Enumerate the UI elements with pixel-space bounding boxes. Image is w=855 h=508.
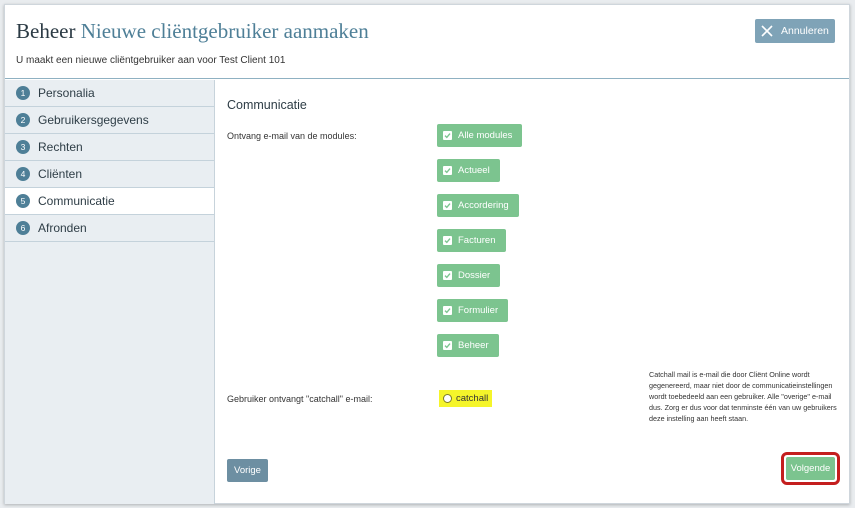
step-number-badge: 6 (16, 221, 30, 235)
unchecked-circle-icon (443, 394, 452, 403)
module-label: Dossier (458, 270, 491, 281)
module-label: Beheer (458, 340, 489, 351)
section-title: Communicatie (227, 98, 307, 112)
catchall-help-text: Catchall mail is e-mail die door Cliënt … (649, 370, 837, 423)
wizard-steps-sidebar: 1 Personalia 2 Gebruikersgegevens 3 Rech… (5, 80, 215, 504)
step-communicatie[interactable]: 5 Communicatie (5, 188, 214, 215)
module-toggle-dossier[interactable]: Dossier (437, 264, 501, 287)
checkbox-checked-icon (443, 306, 452, 315)
main-content: Communicatie Ontvang e-mail van de modul… (216, 80, 851, 504)
module-toggle-facturen[interactable]: Facturen (437, 229, 506, 252)
module-label: Actueel (458, 165, 490, 176)
step-number-badge: 1 (16, 86, 30, 100)
step-clienten[interactable]: 4 Cliënten (5, 161, 214, 188)
module-label: Alle modules (458, 130, 513, 141)
step-label: Communicatie (38, 194, 115, 208)
step-label: Personalia (38, 86, 95, 100)
cancel-button[interactable]: Annuleren (755, 19, 835, 43)
step-number-badge: 3 (16, 140, 30, 154)
step-rechten[interactable]: 3 Rechten (5, 134, 214, 161)
catchall-option-label: catchall (456, 393, 489, 404)
page-title: Beheer Nieuwe cliëntgebruiker aanmaken (16, 19, 369, 44)
checkbox-checked-icon (443, 201, 452, 210)
module-label: Facturen (458, 235, 496, 246)
module-toggle-beheer[interactable]: Beheer (437, 334, 499, 357)
step-number-badge: 4 (16, 167, 30, 181)
next-button[interactable]: Volgende (786, 457, 835, 480)
step-personalia[interactable]: 1 Personalia (5, 80, 214, 107)
title-main: Nieuwe cliëntgebruiker aanmaken (80, 19, 369, 43)
module-toggle-accordering[interactable]: Accordering (437, 194, 519, 217)
previous-button[interactable]: Vorige (227, 459, 268, 482)
title-prefix: Beheer (16, 19, 76, 43)
step-label: Rechten (38, 140, 83, 154)
catchall-label: Gebruiker ontvangt "catchall" e-mail: (227, 394, 373, 404)
step-number-badge: 5 (16, 194, 30, 208)
module-label: Accordering (458, 200, 509, 211)
step-label: Gebruikersgegevens (38, 113, 149, 127)
step-number-badge: 2 (16, 113, 30, 127)
step-label: Afronden (38, 221, 87, 235)
modules-label: Ontvang e-mail van de modules: (227, 131, 357, 141)
module-toggle-actueel[interactable]: Actueel (437, 159, 500, 182)
page-subtitle: U maakt een nieuwe cliëntgebruiker aan v… (16, 55, 286, 66)
module-toggle-formulier[interactable]: Formulier (437, 299, 509, 322)
dialog-window: Beheer Nieuwe cliëntgebruiker aanmaken U… (4, 4, 850, 504)
step-gebruikersgegevens[interactable]: 2 Gebruikersgegevens (5, 107, 214, 134)
step-label: Cliënten (38, 167, 83, 181)
checkbox-checked-icon (443, 341, 452, 350)
step-afronden[interactable]: 6 Afronden (5, 215, 214, 242)
highlight-outline: Volgende (781, 452, 840, 485)
module-toggle-alle-modules[interactable]: Alle modules (437, 124, 523, 147)
checkbox-checked-icon (443, 166, 452, 175)
checkbox-checked-icon (443, 271, 452, 280)
checkbox-checked-icon (443, 236, 452, 245)
module-label: Formulier (458, 305, 499, 316)
catchall-toggle[interactable]: catchall (439, 390, 493, 407)
close-icon (761, 25, 773, 37)
checkbox-checked-icon (443, 131, 452, 140)
dialog-header: Beheer Nieuwe cliëntgebruiker aanmaken U… (5, 5, 849, 79)
cancel-button-label: Annuleren (781, 25, 829, 37)
